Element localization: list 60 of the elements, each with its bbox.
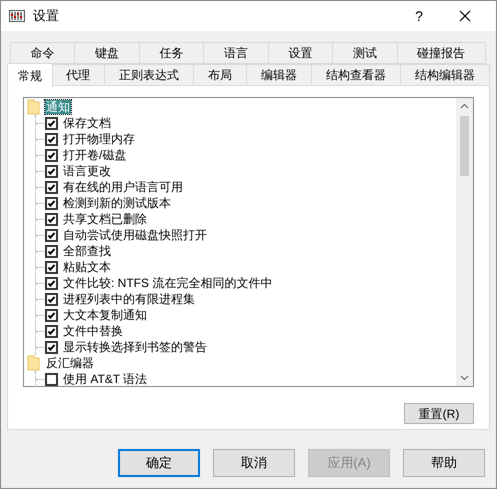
tab[interactable]: 碰撞报告 [396, 42, 486, 64]
tab[interactable]: 结构查看器 [311, 64, 401, 86]
dialog-button[interactable]: 帮助 [403, 449, 485, 477]
scroll-thumb[interactable] [460, 116, 469, 176]
tree-item[interactable]: 通知 [45, 100, 71, 114]
checkbox[interactable] [45, 372, 58, 386]
tab[interactable]: 设置 [268, 42, 334, 64]
dialog-button[interactable]: 取消 [213, 449, 295, 477]
option-label: 文件比较: NTFS 流在完全相同的文件中 [63, 275, 272, 292]
option-label: 粘贴文本 [63, 259, 111, 276]
tab[interactable]: 常规 [7, 63, 53, 87]
folder-icon [26, 99, 42, 115]
option-label: 语言更改 [63, 163, 111, 180]
checkbox[interactable] [45, 180, 58, 194]
tab[interactable]: 语言 [203, 42, 269, 64]
dialog-button[interactable]: 确定 [118, 449, 200, 477]
tab[interactable]: 任务 [138, 42, 204, 64]
help-button[interactable]: ? [396, 1, 442, 31]
option-label: 检测到新的测试版本 [63, 195, 171, 212]
tab[interactable]: 编辑器 [246, 64, 312, 86]
checkbox[interactable] [45, 308, 58, 322]
checkbox[interactable] [45, 148, 58, 162]
option-label: 打开物理内存 [63, 131, 135, 148]
checkbox[interactable] [45, 260, 58, 274]
option-label: 共享文档已删除 [63, 211, 147, 228]
tab[interactable]: 键盘 [74, 42, 140, 64]
checkbox[interactable] [45, 276, 58, 290]
option-label: 打开卷/磁盘 [63, 147, 126, 164]
tab[interactable]: 正则表达式 [104, 64, 194, 86]
tab[interactable]: 布局 [193, 64, 247, 86]
checkbox[interactable] [45, 196, 58, 210]
checkbox[interactable] [45, 228, 58, 242]
checkbox[interactable] [45, 292, 58, 306]
option-label: 有在线的用户语言可用 [63, 179, 183, 196]
app-icon [9, 10, 25, 22]
option-label: 显示转换选择到书签的警告 [63, 339, 207, 356]
tab[interactable]: 代理 [51, 64, 105, 86]
option-label: 文件中替换 [63, 323, 123, 340]
checkbox[interactable] [45, 340, 58, 354]
tree-item[interactable]: 反汇编器 [45, 356, 95, 370]
checkbox[interactable] [45, 212, 58, 226]
option-label: 全部查找 [63, 243, 111, 260]
option-label: 保存文档 [63, 115, 111, 132]
option-label: 使用 AT&T 语法 [63, 371, 148, 386]
checkbox[interactable] [45, 164, 58, 178]
folder-icon [26, 355, 42, 371]
checkbox[interactable] [45, 324, 58, 338]
close-icon [459, 10, 471, 22]
checkbox[interactable] [45, 116, 58, 130]
reset-button[interactable]: 重置(R) [404, 403, 474, 424]
checkbox[interactable] [45, 132, 58, 146]
option-label: 进程列表中的有限进程集 [63, 291, 195, 308]
tab[interactable]: 测试 [332, 42, 398, 64]
scrollbar[interactable] [456, 98, 473, 386]
tab[interactable]: 结构编辑器 [400, 64, 490, 86]
window-title: 设置 [33, 7, 59, 26]
tab[interactable]: 命令 [10, 42, 76, 64]
option-label: 自动尝试使用磁盘快照打开 [63, 227, 207, 244]
option-label: 大文本复制通知 [63, 307, 147, 324]
checkbox[interactable] [45, 244, 58, 258]
